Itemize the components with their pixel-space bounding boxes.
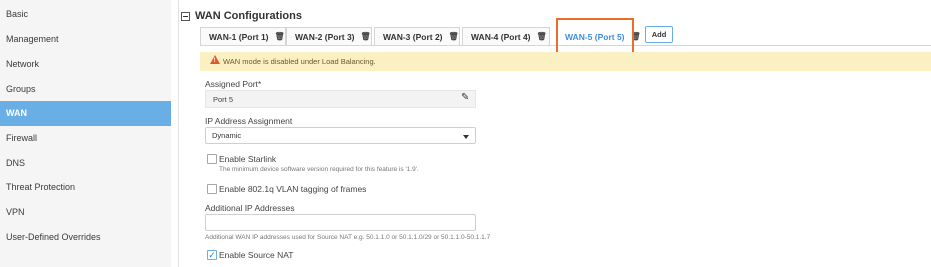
collapse-toggle-icon[interactable] <box>181 12 190 21</box>
additional-ip-help-text: Additional WAN IP addresses used for Sou… <box>205 234 491 241</box>
main-content: WAN Configurations WAN-1 (Port 1) 🗑 WAN-… <box>0 0 931 267</box>
tab-wan-3[interactable]: WAN-3 (Port 2) 🗑 <box>374 27 460 45</box>
section-title: WAN Configurations <box>195 10 302 22</box>
assigned-port-field: Port 5 <box>205 90 476 108</box>
trash-icon[interactable]: 🗑 <box>537 32 547 41</box>
source-nat-checkbox[interactable]: ✓ <box>207 250 217 260</box>
ip-assignment-label: IP Address Assignment <box>205 116 293 126</box>
pencil-icon[interactable]: ✎ <box>461 92 469 103</box>
tab-label: WAN-3 (Port 2) <box>383 31 443 42</box>
starlink-help-text: The minimum device software version requ… <box>219 166 419 173</box>
trash-icon[interactable]: 🗑 <box>449 32 459 41</box>
assigned-port-value: Port 5 <box>213 94 234 104</box>
source-nat-label: Enable Source NAT <box>219 250 294 260</box>
tab-label: WAN-4 (Port 4) <box>471 31 531 42</box>
additional-ip-label: Additional IP Addresses <box>205 203 295 213</box>
vlan-tagging-checkbox[interactable] <box>207 184 217 194</box>
tab-wan-1[interactable]: WAN-1 (Port 1) 🗑 <box>200 27 286 45</box>
warning-icon-mark: ! <box>213 58 216 64</box>
tab-label: WAN-1 (Port 1) <box>209 31 269 42</box>
vlan-tagging-label: Enable 802.1q VLAN tagging of frames <box>219 184 367 194</box>
trash-icon[interactable]: 🗑 <box>361 32 371 41</box>
chevron-down-icon <box>463 135 469 139</box>
starlink-label: Enable Starlink <box>219 154 277 164</box>
add-wan-button[interactable]: Add <box>645 26 673 43</box>
tab-label: WAN-2 (Port 3) <box>295 31 355 42</box>
ip-assignment-select[interactable]: Dynamic <box>205 127 476 144</box>
assigned-port-label: Assigned Port* <box>205 79 262 89</box>
additional-ip-input[interactable] <box>205 214 476 231</box>
highlight-box <box>556 18 634 55</box>
trash-icon[interactable]: 🗑 <box>275 32 285 41</box>
tab-wan-4[interactable]: WAN-4 (Port 4) 🗑 <box>462 27 550 45</box>
ip-assignment-value: Dynamic <box>212 131 242 140</box>
tab-wan-2[interactable]: WAN-2 (Port 3) 🗑 <box>286 27 372 45</box>
starlink-checkbox[interactable] <box>207 154 217 164</box>
warning-text: WAN mode is disabled under Load Balancin… <box>223 57 376 66</box>
